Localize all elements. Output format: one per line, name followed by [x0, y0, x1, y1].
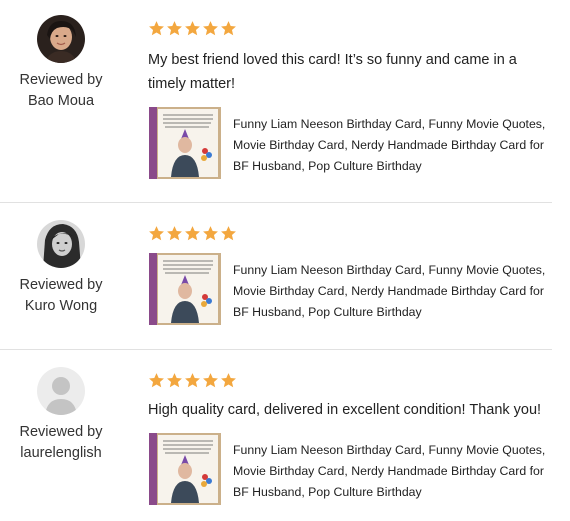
avatar[interactable] [37, 15, 85, 63]
star-icon [221, 373, 236, 388]
item-title-link[interactable]: Funny Liam Neeson Birthday Card, Funny M… [233, 260, 553, 323]
reviewer-info: Reviewed by Kuro Wong [10, 275, 112, 317]
star-icon [149, 226, 164, 241]
avatar[interactable] [37, 367, 85, 415]
star-icon [149, 21, 164, 36]
reviewed-by-label: Reviewed by [19, 277, 103, 293]
star-icon [221, 226, 236, 241]
star-icon [185, 373, 200, 388]
item-thumbnail[interactable] [149, 433, 221, 505]
star-icon [185, 21, 200, 36]
star-icon [203, 226, 218, 241]
star-rating [148, 372, 237, 392]
star-icon [167, 21, 182, 36]
reviewer-info: Reviewed by laurelenglish [10, 422, 112, 464]
item-title-link[interactable]: Funny Liam Neeson Birthday Card, Funny M… [233, 114, 553, 177]
reviewer-name[interactable]: Bao Moua [10, 91, 112, 112]
reviewer-name[interactable]: Kuro Wong [10, 296, 112, 317]
star-icon [221, 21, 236, 36]
star-icon [167, 226, 182, 241]
star-icon [149, 373, 164, 388]
review-card: Reviewed by Kuro Wong Funny Liam Neeson … [0, 203, 552, 349]
star-icon [185, 226, 200, 241]
review-card: Reviewed by Bao Moua My best friend love… [0, 0, 552, 202]
star-rating [148, 20, 237, 40]
item-title-link[interactable]: Funny Liam Neeson Birthday Card, Funny M… [233, 440, 553, 503]
avatar[interactable] [37, 220, 85, 268]
reviewed-by-label: Reviewed by [19, 424, 103, 440]
item-thumbnail[interactable] [149, 107, 221, 179]
star-icon [203, 373, 218, 388]
star-icon [167, 373, 182, 388]
star-icon [203, 21, 218, 36]
reviewed-by-label: Reviewed by [19, 72, 103, 88]
item-thumbnail[interactable] [149, 253, 221, 325]
star-rating [148, 225, 237, 245]
review-card: Reviewed by laurelenglish High quality c… [0, 350, 552, 521]
review-text: My best friend loved this card! It’s so … [148, 52, 517, 92]
reviewer-info: Reviewed by Bao Moua [10, 70, 112, 112]
review-text: High quality card, delivered in excellen… [148, 402, 542, 418]
reviewer-name[interactable]: laurelenglish [10, 443, 112, 464]
